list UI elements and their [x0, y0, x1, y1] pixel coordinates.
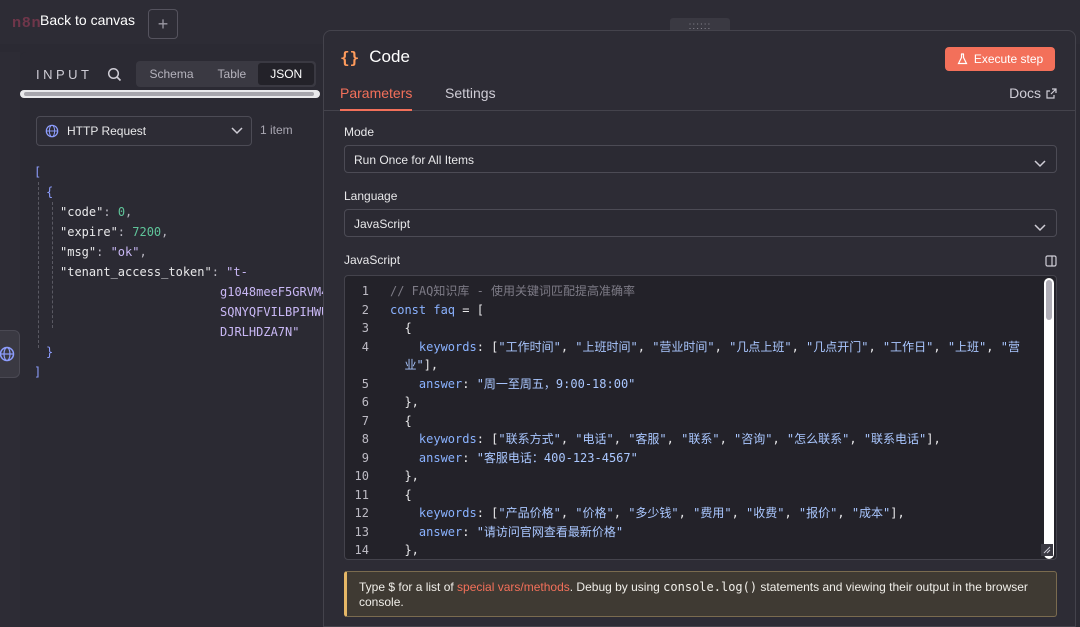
json-line: { [46, 185, 54, 199]
add-node-button[interactable]: + [148, 9, 178, 39]
json-line: "tenant_access_token": "t- [60, 265, 248, 279]
code-text: keywords: ["联系方式", "电话", "客服", "联系", "咨询… [390, 432, 941, 446]
json-line: SQNYQFVILBPIHWU [220, 305, 329, 319]
code-text: }, [390, 469, 419, 483]
input-source-label: HTTP Request [67, 124, 147, 138]
code-braces-icon: {} [340, 47, 360, 67]
input-panel: INPUT Schema Table JSON HTTP Request 1 i… [20, 52, 330, 627]
n8n-logo: n8n [12, 14, 42, 31]
code-node-panel: {} Code Execute step Parameters Settings… [323, 30, 1076, 627]
line-number: 5 [361, 376, 369, 391]
json-viewer: [ { "code": 0, "expire": 7200, "msg": "o… [34, 162, 328, 382]
language-select[interactable]: JavaScript [344, 209, 1057, 237]
expand-editor-icon[interactable] [1045, 254, 1057, 272]
code-text: { [390, 321, 412, 335]
input-source-select[interactable]: HTTP Request [36, 116, 252, 146]
code-text: answer: "周一至周五，9:00-18:00" [390, 376, 636, 391]
line-number: 8 [361, 432, 369, 446]
code-text: }, [390, 395, 419, 409]
tab-table[interactable]: Table [206, 63, 259, 85]
item-count: 1 item [260, 123, 293, 137]
code-text: answer: "请访问官网查看最新价格" [390, 524, 624, 539]
tab-schema[interactable]: Schema [138, 63, 206, 85]
view-mode-tabs: Schema Table JSON [135, 61, 317, 87]
code-text: { [390, 487, 412, 502]
json-line: "code": 0, [60, 205, 133, 219]
code-text: keywords: ["工作时间", "上班时间", "营业时间", "几点上班… [390, 339, 1020, 354]
execute-step-button[interactable]: Execute step [945, 47, 1055, 71]
docs-link[interactable]: Docs [1009, 85, 1057, 101]
line-number: 9 [361, 450, 369, 465]
line-number: 14 [354, 543, 369, 557]
code-editor-label: JavaScript [344, 253, 401, 267]
globe-icon [0, 346, 15, 362]
chevron-down-icon [1034, 219, 1046, 237]
line-number: 1 [361, 284, 369, 298]
chevron-down-icon [1034, 155, 1046, 173]
line-number: 12 [354, 506, 369, 520]
hint-middle: . Debug by using [569, 580, 664, 594]
search-icon[interactable] [107, 67, 122, 82]
back-to-canvas-button[interactable]: n8n Back to canvas [10, 8, 135, 32]
input-title: INPUT [36, 66, 93, 82]
back-to-canvas-label: Back to canvas [40, 12, 135, 28]
editor-resize-icon[interactable] [1041, 544, 1053, 556]
code-editor[interactable]: 1 // FAQ知识库 - 使用关键词匹配提高准确率 2 const faq = [ 3… [344, 275, 1057, 560]
flask-icon [957, 53, 968, 65]
line-number: 11 [354, 487, 369, 502]
node-tabs: Parameters Settings [324, 81, 1075, 111]
json-line: "msg": "ok", [60, 245, 147, 259]
code-text: keywords: ["产品价格", "价格", "多少钱", "费用", "收… [390, 506, 905, 520]
vertical-scrollbar[interactable] [1044, 278, 1054, 559]
node-title[interactable]: Code [369, 47, 410, 67]
code-hint-callout: Type $ for a list of special vars/method… [344, 571, 1057, 617]
chevron-down-icon [231, 127, 243, 135]
tab-settings[interactable]: Settings [445, 85, 496, 111]
hint-prefix: Type $ for a list of [359, 580, 458, 594]
mode-label: Mode [344, 125, 375, 139]
special-vars-link[interactable]: special vars/methods [457, 580, 570, 594]
tab-json[interactable]: JSON [258, 63, 315, 85]
execute-step-label: Execute step [973, 52, 1044, 66]
json-line: "expire": 7200, [60, 225, 169, 239]
docs-label: Docs [1009, 85, 1041, 101]
code-text: answer: "客服电话：400-123-4567" [390, 450, 638, 465]
language-label: Language [344, 189, 398, 203]
mode-value: Run Once for All Items [354, 153, 475, 167]
json-line: } [46, 345, 54, 359]
line-number: 4 [361, 339, 369, 354]
code-text: 业"], [390, 358, 439, 372]
hint-code: console.log() [663, 580, 758, 594]
json-line: [ [34, 165, 42, 179]
line-number: 7 [361, 413, 369, 428]
tab-parameters[interactable]: Parameters [340, 85, 413, 111]
code-text: }, [390, 543, 419, 557]
json-line: ] [34, 365, 42, 379]
http-request-node-icon[interactable] [0, 330, 20, 378]
json-line: DJRLHDZA7N" [220, 325, 300, 339]
line-number: 2 [361, 302, 369, 317]
scrollbar-thumb[interactable] [24, 92, 314, 96]
globe-icon [45, 124, 59, 138]
code-text: const faq = [ [390, 302, 484, 317]
language-value: JavaScript [354, 217, 411, 231]
line-number: 3 [361, 321, 369, 335]
json-line: g1048meeF5GRVM4 [220, 285, 329, 299]
line-number: 13 [354, 524, 369, 539]
horizontal-scrollbar[interactable] [20, 90, 320, 98]
mode-select[interactable]: Run Once for All Items [344, 145, 1057, 173]
external-link-icon [1046, 87, 1057, 99]
line-number: 6 [361, 395, 369, 409]
code-text: // FAQ知识库 - 使用关键词匹配提高准确率 [390, 284, 636, 298]
code-text: { [390, 413, 412, 428]
scrollbar-thumb[interactable] [1046, 280, 1052, 320]
line-number: 10 [354, 469, 369, 483]
node-header: {} Code [340, 47, 410, 67]
